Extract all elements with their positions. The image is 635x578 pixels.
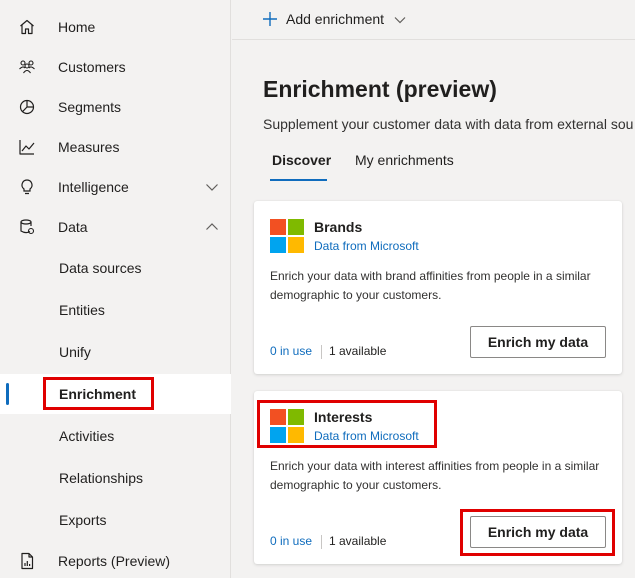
highlight-box-enrichment	[43, 377, 154, 410]
tab-discover[interactable]: Discover	[272, 152, 331, 168]
sidebar-item-intelligence[interactable]: Intelligence	[0, 167, 231, 207]
enrichment-card-brands: Brands Data from Microsoft Enrich your d…	[254, 201, 622, 374]
sidebar-item-data[interactable]: Data	[0, 207, 231, 247]
chevron-up-icon[interactable]	[205, 220, 219, 234]
sidebar-item-label: Segments	[58, 99, 122, 115]
highlight-box-enrich-button	[460, 509, 615, 556]
card-description: Enrich your data with interest affinitie…	[270, 459, 600, 492]
enrich-my-data-button[interactable]: Enrich my data	[470, 326, 606, 358]
sidebar-item-reports[interactable]: Reports (Preview)	[0, 541, 231, 578]
sidebar-item-label: Relationships	[59, 470, 144, 486]
sidebar-item-label: Customers	[58, 59, 126, 75]
sidebar-item-segments[interactable]: Segments	[0, 87, 231, 127]
sidebar-item-home[interactable]: Home	[0, 7, 231, 47]
sidebar-item-activities[interactable]: Activities	[0, 416, 231, 456]
available-count: 1 available	[329, 344, 387, 358]
available-count: 1 available	[329, 534, 387, 548]
in-use-link[interactable]: 0 in use	[270, 344, 312, 358]
add-enrichment-button[interactable]: Add enrichment	[262, 8, 406, 30]
segments-icon	[18, 98, 36, 116]
page-subtitle: Supplement your customer data with data …	[263, 116, 634, 132]
chevron-down-icon	[394, 13, 406, 25]
lightbulb-icon	[18, 178, 36, 196]
sidebar-item-label: Home	[58, 19, 96, 35]
divider	[321, 535, 322, 549]
main-content: Add enrichment Enrichment (preview) Supp…	[232, 0, 635, 578]
divider	[321, 345, 322, 359]
sidebar-item-label: Activities	[59, 428, 115, 444]
sidebar-item-measures[interactable]: Measures	[0, 127, 231, 167]
sidebar: Home Customers Segments Measures Intelli…	[0, 0, 231, 578]
active-tab-indicator	[270, 179, 327, 181]
tab-my-enrichments[interactable]: My enrichments	[355, 152, 454, 168]
sidebar-item-entities[interactable]: Entities	[0, 290, 231, 330]
measures-icon	[18, 138, 36, 156]
sidebar-item-label: Measures	[58, 139, 120, 155]
page-title: Enrichment (preview)	[263, 76, 497, 102]
sidebar-item-relationships[interactable]: Relationships	[0, 458, 231, 498]
sidebar-item-exports[interactable]: Exports	[0, 500, 231, 540]
add-enrichment-label: Add enrichment	[286, 11, 385, 27]
card-source-link[interactable]: Data from Microsoft	[314, 239, 419, 253]
sidebar-item-data-sources[interactable]: Data sources	[0, 248, 231, 288]
sidebar-item-label: Unify	[59, 344, 91, 360]
chevron-down-icon[interactable]	[205, 180, 219, 194]
reports-icon	[18, 552, 36, 570]
sidebar-item-label: Entities	[59, 302, 105, 318]
sidebar-item-unify[interactable]: Unify	[0, 332, 231, 372]
sidebar-item-label: Data	[58, 219, 88, 235]
home-icon	[18, 18, 36, 36]
card-title: Brands	[314, 219, 363, 235]
sidebar-item-label: Reports (Preview)	[58, 553, 171, 569]
selection-indicator	[6, 383, 9, 405]
sidebar-item-label: Intelligence	[58, 179, 129, 195]
card-description: Enrich your data with brand affinities f…	[270, 269, 591, 302]
data-icon	[18, 218, 36, 236]
microsoft-logo-icon	[270, 219, 304, 253]
in-use-link[interactable]: 0 in use	[270, 534, 312, 548]
sidebar-item-label: Data sources	[59, 260, 142, 276]
sidebar-item-customers[interactable]: Customers	[0, 47, 231, 87]
highlight-box-interests-header	[257, 400, 437, 448]
plus-icon	[262, 11, 278, 27]
sidebar-item-label: Exports	[59, 512, 107, 528]
customers-icon	[18, 58, 36, 76]
command-bar: Add enrichment	[232, 0, 635, 40]
